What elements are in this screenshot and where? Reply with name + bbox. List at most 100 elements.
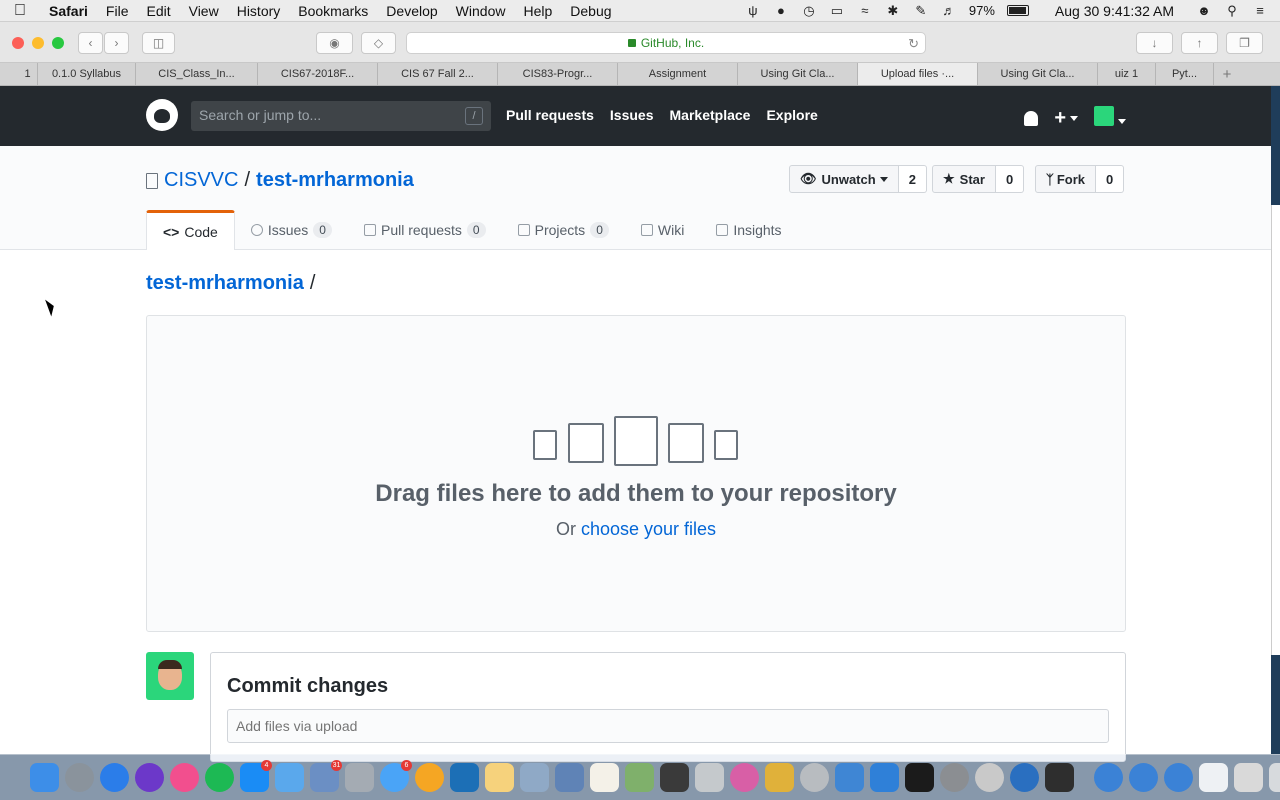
commit-message-input[interactable]	[227, 709, 1109, 743]
nav-pull-requests[interactable]: Pull requests	[506, 107, 594, 123]
extension-button-1[interactable]: ◉	[316, 32, 353, 54]
final-cut-icon[interactable]	[660, 763, 689, 792]
menu-debug[interactable]: Debug	[561, 3, 620, 19]
repo-name-link[interactable]: test-mrharmonia	[256, 169, 414, 192]
maps-icon[interactable]	[625, 763, 654, 792]
back-button[interactable]: ‹	[78, 32, 103, 54]
activity-monitor-icon[interactable]	[1045, 763, 1074, 792]
safari-icon[interactable]	[100, 763, 129, 792]
preview-icon[interactable]	[520, 763, 549, 792]
menu-file[interactable]: File	[97, 3, 138, 19]
unwatch-button[interactable]: 👁 Unwatch	[789, 165, 899, 193]
forward-button[interactable]: ›	[104, 32, 129, 54]
battery-percent[interactable]: 97%	[969, 3, 995, 18]
browser-tab[interactable]: Using Git Cla...	[738, 63, 858, 85]
time-machine-icon[interactable]: ◷	[801, 3, 817, 18]
user-menu-button[interactable]	[1094, 106, 1126, 131]
file-dropzone[interactable]: Drag files here to add them to your repo…	[146, 315, 1126, 632]
cyberduck-icon[interactable]	[975, 763, 1004, 792]
browser-tab-active[interactable]: Upload files ·...	[858, 63, 978, 85]
tab-pull-requests[interactable]: Pull requests 0	[348, 210, 502, 250]
reload-icon[interactable]: ↻	[908, 36, 919, 52]
tab-code[interactable]: <> Code	[146, 210, 235, 251]
messages-icon[interactable]: 6	[380, 760, 412, 792]
nav-marketplace[interactable]: Marketplace	[670, 107, 751, 123]
volume-icon[interactable]: ♬	[941, 3, 957, 18]
system-preferences-icon[interactable]	[940, 763, 969, 792]
apple-icon[interactable]: 	[0, 2, 40, 20]
appstore-icon[interactable]: 4	[240, 760, 272, 792]
wifi-app-icon[interactable]	[275, 763, 304, 792]
menu-window[interactable]: Window	[447, 3, 515, 19]
browser-tab[interactable]: CIS 67 Fall 2...	[378, 63, 498, 85]
user-icon[interactable]: ☻	[1196, 3, 1212, 18]
nav-explore[interactable]: Explore	[766, 107, 817, 123]
menu-view[interactable]: View	[180, 3, 228, 19]
stargazers-count[interactable]: 0	[995, 165, 1025, 193]
textedit-icon[interactable]	[590, 763, 619, 792]
notifications-bell-icon[interactable]	[1024, 111, 1039, 126]
pixelmator-icon[interactable]	[730, 763, 759, 792]
spotlight-icon[interactable]: ⚲	[1224, 3, 1240, 18]
photos-icon[interactable]	[415, 763, 444, 792]
notes-app-icon[interactable]	[485, 763, 514, 792]
tab-wiki[interactable]: Wiki	[625, 210, 700, 250]
menu-help[interactable]: Help	[514, 3, 561, 19]
siri-icon[interactable]: ●	[773, 3, 789, 18]
create-new-button[interactable]: +	[1054, 107, 1078, 130]
search-input[interactable]: Search or jump to... /	[191, 101, 491, 131]
menu-clock[interactable]: Aug 30 9:41:32 AM	[1055, 3, 1174, 19]
browser-tab[interactable]: 1	[0, 63, 38, 85]
choose-files-link[interactable]: choose your files	[581, 519, 716, 539]
browser-tab[interactable]: CIS83-Progr...	[498, 63, 618, 85]
nav-issues[interactable]: Issues	[610, 107, 654, 123]
extension-button-2[interactable]: ◇	[361, 32, 396, 54]
menu-bookmarks[interactable]: Bookmarks	[289, 3, 377, 19]
tab-insights[interactable]: Insights	[700, 210, 797, 250]
browser-tab[interactable]: CIS67-2018F...	[258, 63, 378, 85]
siri-icon[interactable]	[135, 763, 164, 792]
pen-icon[interactable]: ✎	[913, 3, 929, 18]
affinity-icon[interactable]	[450, 763, 479, 792]
minimize-window-button[interactable]	[32, 37, 44, 49]
new-tab-button[interactable]: +	[1214, 63, 1240, 85]
globe-folder-icon[interactable]	[1164, 763, 1193, 792]
star-button[interactable]: ★ Star	[932, 165, 996, 193]
calendar-app-icon[interactable]: 31	[310, 760, 342, 792]
notification-center-icon[interactable]: ≡	[1252, 3, 1268, 18]
document-icon[interactable]	[1199, 763, 1228, 792]
network-app-icon[interactable]	[1010, 763, 1039, 792]
airplay-icon[interactable]: ▭	[829, 3, 845, 18]
menu-develop[interactable]: Develop	[377, 3, 446, 19]
zoom-window-button[interactable]	[52, 37, 64, 49]
share-button[interactable]: ↑	[1181, 32, 1218, 54]
bluetooth-alt-icon[interactable]: ψ	[745, 3, 761, 18]
menu-app-name[interactable]: Safari	[40, 3, 97, 19]
launchpad-icon[interactable]	[65, 763, 94, 792]
tab-overview-button[interactable]: ❐	[1226, 32, 1263, 54]
breadcrumb-repo-link[interactable]: test-mrharmonia	[146, 272, 304, 294]
wifi-icon[interactable]: ≈	[857, 3, 873, 18]
globe-folder-icon[interactable]	[1129, 763, 1158, 792]
keynote-icon[interactable]	[870, 763, 899, 792]
globe-folder-icon[interactable]	[1094, 763, 1123, 792]
sidebar-button[interactable]: ◫	[142, 32, 175, 54]
forks-count[interactable]: 0	[1095, 165, 1125, 193]
close-window-button[interactable]	[12, 37, 24, 49]
tab-projects[interactable]: Projects 0	[502, 210, 625, 250]
battery-icon[interactable]	[1006, 5, 1029, 16]
fork-button[interactable]: ᛉ Fork	[1035, 165, 1096, 193]
finder-icon[interactable]	[30, 763, 59, 792]
menu-edit[interactable]: Edit	[137, 3, 179, 19]
browser-tab[interactable]: CIS_Class_In...	[136, 63, 258, 85]
xcode-icon[interactable]	[835, 763, 864, 792]
browser-tab[interactable]: 0.1.0 Syllabus	[38, 63, 136, 85]
disk-utility-icon[interactable]	[800, 763, 829, 792]
itunes-icon[interactable]	[170, 763, 199, 792]
script-icon[interactable]	[1234, 763, 1263, 792]
address-bar[interactable]: GitHub, Inc. ↻	[406, 32, 926, 54]
downloads-button[interactable]: ↓	[1136, 32, 1173, 54]
watchers-count[interactable]: 2	[898, 165, 927, 193]
game-app-icon[interactable]	[765, 763, 794, 792]
terminal-icon[interactable]	[905, 763, 934, 792]
